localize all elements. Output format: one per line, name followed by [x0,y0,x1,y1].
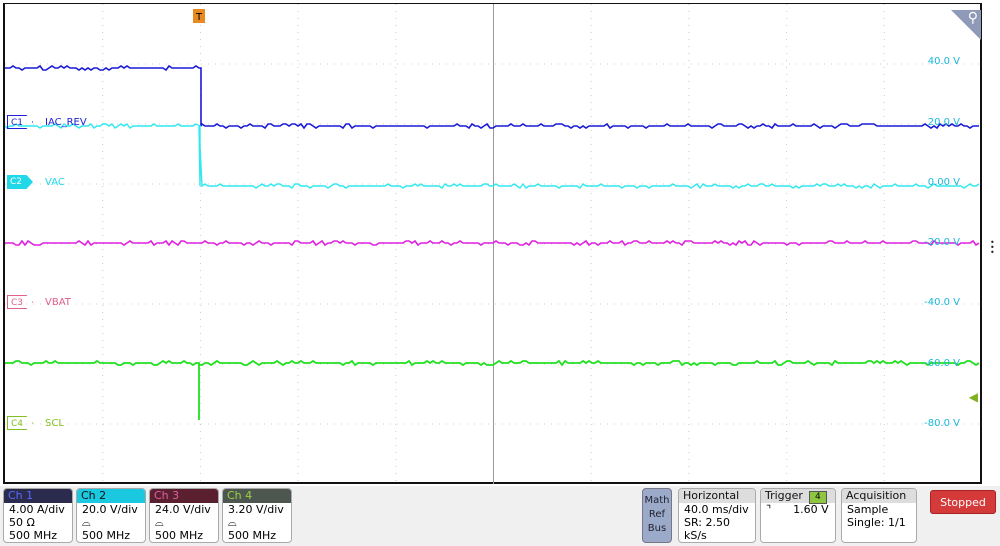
trigger-title: Trigger [765,489,803,502]
run-stop-button[interactable]: Stopped [930,490,996,514]
channel-tag[interactable]: C1 [7,115,33,129]
trigger-position-marker: T [193,9,205,23]
probe-icon: ⌓ [155,516,164,529]
more-menu-icon[interactable]: • • • [990,239,995,257]
ch4-trace [5,359,980,420]
ref-label: Ref [648,509,666,520]
acquisition-badge[interactable]: Acquisition Sample Single: 1/1 [841,488,917,543]
channel-setting: 4.00 A/div [9,503,65,516]
time-per-div: 40.0 ms/div [684,503,749,516]
channel-name: SCL [45,417,64,429]
ch3-trace [5,239,980,247]
math-label: Math [644,495,670,506]
channel-setting: 500 MHz [82,529,131,542]
channel-setting: 500 MHz [9,529,58,542]
channel-1-badge[interactable]: Ch 1 4.00 A/div 50 Ω 500 MHz [3,488,73,543]
record-length: RL: 1 kpts [679,542,755,543]
channel-setting: 50 Ω [9,516,35,529]
channel-title: Ch 2 [77,489,145,503]
waveform-svg: T [5,4,982,484]
y-scale-label: -60.0 V [924,358,960,369]
bus-label: Bus [647,523,667,534]
channel-4-badge[interactable]: Ch 4 3.20 V/div ⌓ 500 MHz [222,488,292,543]
channel-label-c1[interactable]: C1 IAC_REV [7,115,87,129]
y-scale-label: 0.00 V [927,177,960,188]
probe-icon: ⌓ [82,516,91,529]
acquisition-count: Single: 1/1 [847,516,906,529]
falling-edge-icon: ⌝ [766,503,772,516]
channel-name: VAC [45,176,65,188]
horizontal-title: Horizontal [679,489,755,503]
probe-icon: ⌓ [228,516,237,529]
ch2-trace [5,123,980,190]
channel-tag[interactable]: C4 [7,416,33,430]
status-bar: Ch 1 4.00 A/div 50 Ω 500 MHz Ch 2 20.0 V/div ⌓… [0,486,1000,546]
channel-name: VBAT [45,296,71,308]
channel-tag[interactable]: C3 [7,295,33,309]
channel-setting: 500 MHz [228,529,277,542]
trigger-marker-label: T [195,12,203,23]
channel-title: Ch 3 [150,489,218,503]
channel-setting: 500 MHz [155,529,204,542]
channel-setting: 24.0 V/div [155,503,211,516]
channel-setting: 20.0 V/div [82,503,138,516]
acquisition-mode: Sample [847,503,889,516]
trigger-badge[interactable]: Trigger 4 ⌝ 1.60 V [760,488,836,543]
channel-tag[interactable]: C2 [7,175,33,189]
ch1-trace [5,64,979,130]
math-ref-bus-button[interactable]: Math Ref Bus [642,488,672,543]
channel-label-c2[interactable]: C2 VAC [7,175,65,189]
magnifier-icon: ⚲ [967,10,978,26]
y-scale-label: 40.0 V [927,56,960,67]
y-scale-label: -20.0 V [924,237,960,248]
channel-name: IAC_REV [45,116,87,128]
trigger-level-arrow-icon[interactable]: ◀ [969,390,978,404]
channel-setting: 3.20 V/div [228,503,284,516]
y-scale-label: -40.0 V [924,297,960,308]
channel-label-c4[interactable]: C4 SCL [7,416,64,430]
y-scale-label: 20.0 V [927,117,960,128]
channel-label-c3[interactable]: C3 VBAT [7,295,71,309]
channel-title: Ch 4 [223,489,291,503]
acquisition-title: Acquisition [842,489,916,503]
trigger-level: 1.60 V [793,503,829,516]
channel-title: Ch 1 [4,489,72,503]
channel-3-badge[interactable]: Ch 3 24.0 V/div ⌓ 500 MHz [149,488,219,543]
y-scale-label: -80.0 V [924,418,960,429]
horizontal-badge[interactable]: Horizontal40.0 ms/divSR: 2.50 kS/sRL: 1 … [678,488,756,543]
waveform-display[interactable]: T ⚲ 40.0 V 20.0 V 0.00 V -20.0 V -40.0 V -60.… [3,3,982,484]
channel-2-badge[interactable]: Ch 2 20.0 V/div ⌓ 500 MHz [76,488,146,543]
sample-rate: SR: 2.50 kS/s [684,516,730,542]
